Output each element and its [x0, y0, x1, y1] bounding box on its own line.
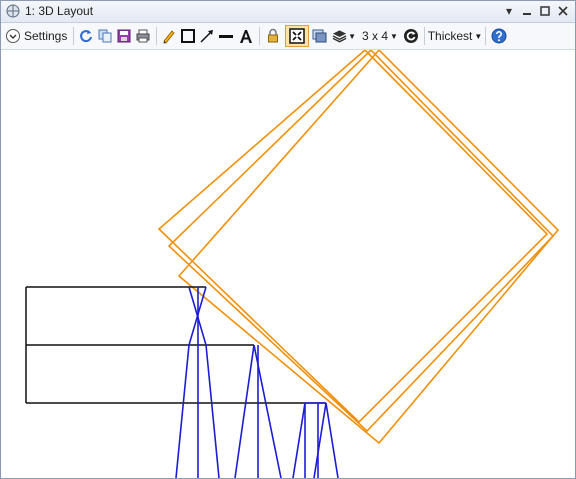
ray-trace: [175, 286, 207, 478]
toolbar-separator: [485, 27, 486, 45]
print-button[interactable]: [134, 26, 152, 46]
arrow-icon: [200, 30, 213, 43]
pencil-button[interactable]: [160, 26, 178, 46]
toolbar-separator: [156, 27, 157, 45]
ray-trace: [188, 286, 220, 478]
lens-surface-2: [167, 50, 555, 433]
save-icon: [117, 29, 131, 43]
maximize-icon[interactable]: [537, 3, 553, 19]
ray-traces: [175, 286, 339, 478]
rectangle-icon: [181, 29, 195, 43]
lock-icon: [268, 28, 278, 43]
toolbar-separator: [73, 27, 74, 45]
toolbar-separator: [424, 27, 425, 45]
settings-button[interactable]: Settings: [5, 26, 71, 46]
lock-button[interactable]: [264, 26, 282, 46]
arrow-button[interactable]: [198, 26, 216, 46]
title-bar: 1: 3D Layout ▾: [1, 1, 575, 23]
window-icon: [312, 29, 327, 43]
print-icon: [136, 29, 150, 43]
help-icon: [491, 28, 507, 44]
system-lines: [25, 286, 326, 404]
line-icon: [219, 35, 233, 38]
lens-surface-3: [177, 50, 560, 445]
close-icon[interactable]: [555, 3, 571, 19]
fit-icon: [289, 28, 305, 44]
chevron-down-icon: ▼: [474, 31, 483, 41]
window-title: 1: 3D Layout: [25, 4, 94, 18]
ray-trace: [234, 344, 255, 478]
ray-trace: [313, 402, 327, 478]
window-button[interactable]: [310, 26, 328, 46]
fit-button[interactable]: [285, 25, 309, 47]
configuration-dropdown[interactable]: 3 x 4 ▼: [361, 26, 399, 46]
lens-surface-1: [157, 50, 549, 424]
window-menu-icon[interactable]: ▾: [501, 3, 517, 19]
ray-trace: [325, 402, 339, 478]
layout-window: 1: 3D Layout ▾ Settings ▼ 3 x 4 ▼ Thicke…: [0, 0, 576, 479]
minimize-icon[interactable]: [519, 3, 535, 19]
ray-thickness-label: Thickest: [427, 29, 473, 43]
lens-outlines: [157, 50, 560, 445]
chevron-down-circle-icon: [5, 28, 21, 44]
configuration-label: 3 x 4: [362, 29, 389, 43]
layout-canvas[interactable]: [1, 50, 575, 478]
app-icon: [5, 3, 21, 19]
refresh-icon: [80, 30, 92, 43]
text-icon: [240, 30, 252, 43]
layers-icon: [332, 30, 347, 43]
refresh-button[interactable]: [77, 26, 95, 46]
toolbar: Settings ▼ 3 x 4 ▼ Thickest ▼: [1, 23, 575, 50]
chevron-down-icon: ▼: [390, 31, 398, 41]
settings-label: Settings: [24, 29, 68, 43]
save-button[interactable]: [115, 26, 133, 46]
text-button[interactable]: [237, 26, 255, 46]
rotate-icon: [404, 29, 418, 43]
help-button[interactable]: [489, 26, 509, 46]
layers-dropdown[interactable]: ▼: [332, 26, 356, 46]
copy-button[interactable]: [96, 26, 114, 46]
rotate-button[interactable]: [401, 26, 421, 46]
ray-trace: [292, 402, 306, 478]
pencil-icon: [163, 30, 175, 44]
chevron-down-icon: ▼: [348, 31, 356, 41]
copy-icon: [98, 29, 112, 43]
rectangle-button[interactable]: [179, 26, 197, 46]
line-button[interactable]: [217, 26, 235, 46]
toolbar-separator: [259, 27, 260, 45]
ray-thickness-dropdown[interactable]: Thickest ▼: [427, 26, 483, 46]
